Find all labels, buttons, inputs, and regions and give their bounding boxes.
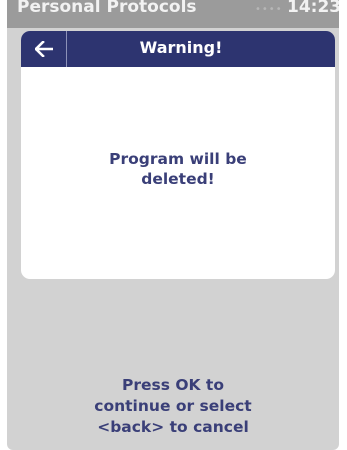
signal-indicator: ••••	[255, 4, 283, 15]
status-bar: Personal Protocols •••• 14:23	[7, 0, 339, 28]
device-screen: Personal Protocols •••• 14:23 Warning! P…	[7, 0, 339, 450]
status-bar-time: 14:23	[287, 0, 339, 17]
dialog-header: Warning!	[21, 31, 335, 67]
instruction-text: Press OK to continue or select <back> to…	[94, 376, 252, 436]
arrow-left-icon	[34, 41, 53, 57]
dialog-message: Program will be deleted!	[109, 150, 247, 188]
status-bar-title: Personal Protocols	[17, 0, 197, 17]
back-button[interactable]	[21, 31, 67, 67]
warning-dialog: Warning! Program will be deleted!	[21, 31, 335, 279]
dialog-title: Warning!	[139, 38, 223, 57]
